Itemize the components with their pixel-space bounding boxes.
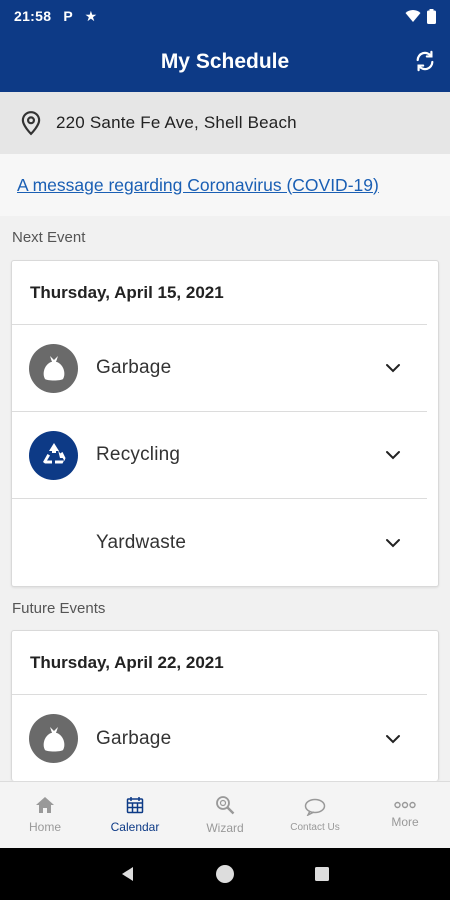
list-item-yardwaste[interactable]: Yardwaste <box>12 499 427 586</box>
next-event-label: Next Event <box>12 229 86 246</box>
home-icon <box>36 797 54 813</box>
bottom-navigation: Home Calendar Wizard Contact Us More <box>0 781 450 848</box>
nav-calendar[interactable]: Calendar <box>90 782 180 848</box>
refresh-button[interactable] <box>412 48 438 74</box>
home-button-icon[interactable] <box>214 863 236 885</box>
chevron-down-icon <box>386 734 400 743</box>
item-label: Recycling <box>96 444 181 465</box>
garbage-bag-icon <box>29 343 78 393</box>
recents-icon[interactable] <box>313 865 331 883</box>
chevron-down-icon <box>386 364 400 373</box>
next-event-card: Thursday, April 15, 2021 Garbage Recycli… <box>11 260 439 587</box>
calendar-icon <box>126 797 144 814</box>
nav-label: Contact Us <box>290 821 340 833</box>
message-section: A message regarding Coronavirus (COVID-1… <box>0 154 450 216</box>
chat-bubble-icon <box>304 798 326 816</box>
nav-label: Home <box>28 820 61 834</box>
search-icon <box>216 796 235 815</box>
list-item-recycling[interactable]: Recycling <box>12 412 427 499</box>
nav-label: Calendar <box>110 820 160 834</box>
system-navigation-bar <box>0 848 450 900</box>
status-bar: 21:58 P ★ <box>0 0 450 32</box>
event-date: Thursday, April 15, 2021 <box>12 261 427 325</box>
parking-notification-icon: P <box>63 8 73 24</box>
item-label: Yardwaste <box>96 531 187 553</box>
recycling-icon <box>29 430 78 480</box>
chevron-down-icon <box>386 451 400 460</box>
chevron-down-icon <box>386 538 400 547</box>
status-time: 21:58 <box>14 8 52 24</box>
garbage-bag-icon <box>29 714 78 763</box>
nav-label: More <box>391 815 419 829</box>
nav-contact-us[interactable]: Contact Us <box>270 782 360 848</box>
page-title: My Schedule <box>160 50 290 73</box>
refresh-icon <box>416 50 434 72</box>
battery-icon <box>427 8 436 24</box>
location-pin-icon <box>21 111 41 136</box>
address-text: 220 Sante Fe Ave, Shell Beach <box>56 113 297 132</box>
future-events-label: Future Events <box>12 600 106 617</box>
nav-more[interactable]: More <box>360 782 450 848</box>
future-event-card: Thursday, April 22, 2021 Garbage <box>11 630 439 781</box>
item-label: Garbage <box>96 357 172 378</box>
nav-label: Wizard <box>206 821 244 835</box>
nav-home[interactable]: Home <box>0 782 90 848</box>
nav-wizard[interactable]: Wizard <box>180 782 270 848</box>
app-bar: My Schedule <box>0 32 450 92</box>
covid-message-link[interactable]: A message regarding Coronavirus (COVID-1… <box>17 175 379 196</box>
back-icon[interactable] <box>119 865 137 883</box>
yardwaste-icon-placeholder <box>29 518 78 567</box>
list-item-garbage[interactable]: Garbage <box>12 695 427 781</box>
event-date: Thursday, April 22, 2021 <box>12 631 427 695</box>
wifi-icon <box>405 10 421 22</box>
address-bar[interactable]: 220 Sante Fe Ave, Shell Beach <box>0 92 450 154</box>
more-dots-icon <box>394 801 416 809</box>
item-label: Garbage <box>96 727 172 749</box>
list-item-garbage[interactable]: Garbage <box>12 325 427 412</box>
star-notification-icon: ★ <box>84 7 98 24</box>
